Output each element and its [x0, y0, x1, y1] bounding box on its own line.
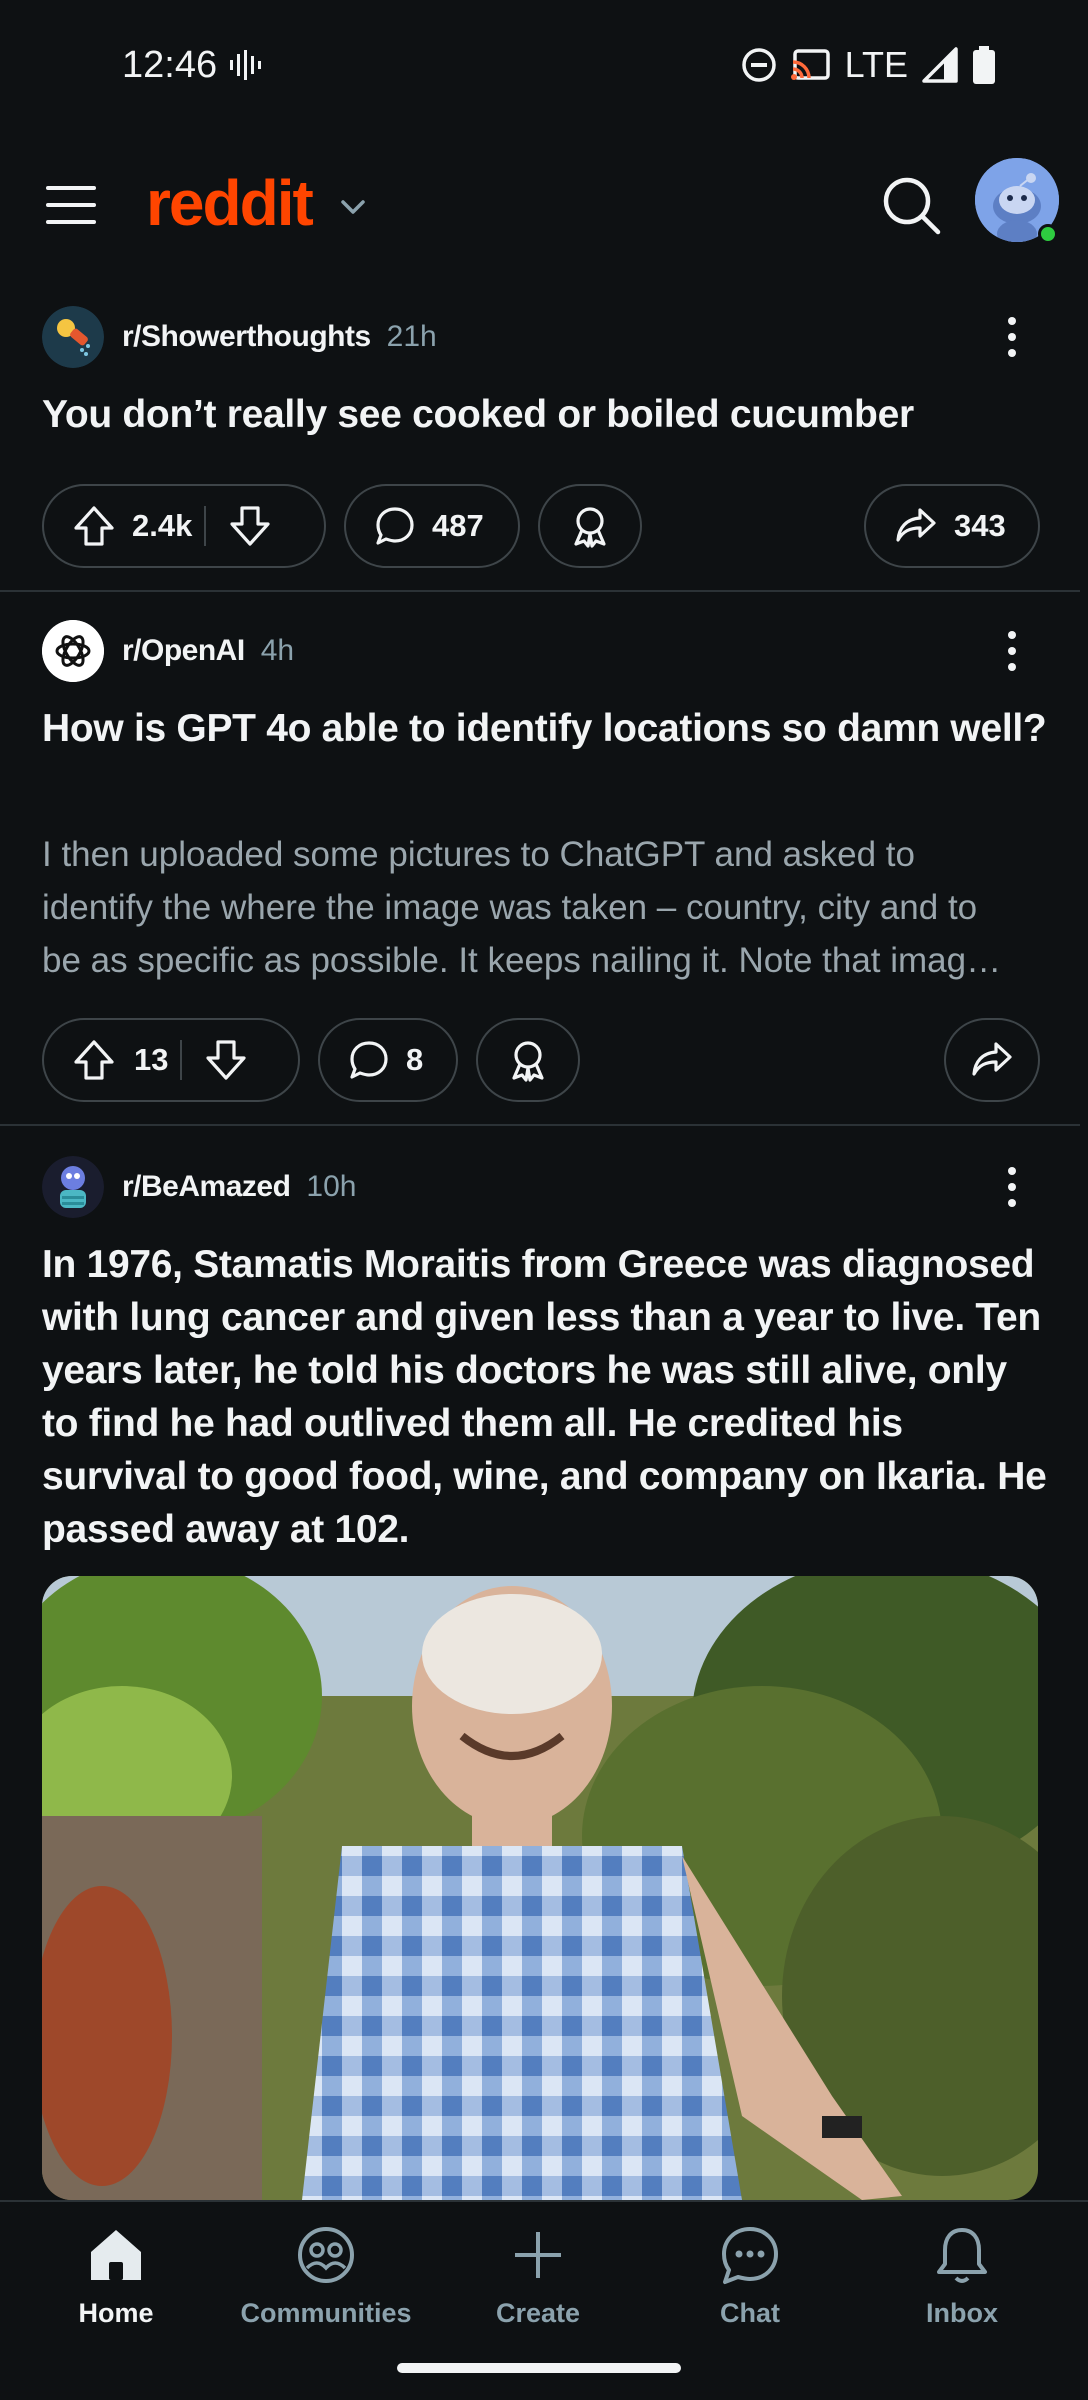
nav-home[interactable]: Home — [26, 2222, 206, 2342]
subreddit-icon[interactable] — [42, 1156, 104, 1218]
photo-elderly-man — [42, 1576, 1038, 2200]
nav-label: Communities — [240, 2298, 412, 2328]
award-button[interactable] — [538, 484, 642, 568]
comment-icon — [350, 1041, 388, 1079]
downvote-icon[interactable] — [228, 504, 272, 548]
post-options-button[interactable] — [992, 620, 1032, 682]
bell-icon — [937, 2228, 987, 2283]
post-meta: r/BeAmazed 10h — [42, 1156, 356, 1218]
post-actions: 2.4k 487 343 — [42, 484, 1046, 568]
audio-wave-icon — [230, 50, 261, 80]
nav-label: Create — [495, 2298, 581, 2328]
post-actions: 13 8 — [42, 1018, 1046, 1102]
post-age: 10h — [306, 1170, 357, 1203]
upvote-count: 2.4k — [132, 508, 193, 543]
communities-icon — [298, 2227, 354, 2283]
subreddit-name[interactable]: r/BeAmazed — [122, 1170, 291, 1204]
status-icons: LTE — [741, 44, 996, 86]
do-not-disturb-icon — [741, 48, 776, 82]
search-icon[interactable] — [880, 174, 942, 236]
nav-create[interactable]: Create — [448, 2222, 628, 2342]
home-gesture-bar[interactable] — [397, 2363, 681, 2373]
post-options-button[interactable] — [992, 1156, 1032, 1218]
app-header: reddit — [0, 150, 1088, 260]
cast-icon — [790, 49, 830, 80]
subreddit-icon[interactable] — [42, 620, 104, 682]
signal-icon — [922, 47, 958, 83]
beamazed-icon — [42, 1156, 104, 1218]
share-button[interactable]: 343 — [864, 484, 1040, 568]
plus-icon — [515, 2232, 561, 2278]
nav-label: Home — [78, 2298, 154, 2328]
post-divider — [0, 590, 1080, 592]
online-status-dot — [1038, 224, 1058, 244]
downvote-icon[interactable] — [204, 1038, 248, 1082]
subreddit-name[interactable]: r/OpenAI — [122, 634, 245, 668]
chat-icon — [722, 2227, 778, 2284]
upvote-count: 13 — [134, 1042, 169, 1077]
share-icon — [972, 1042, 1012, 1076]
status-time: 12:46 — [122, 44, 218, 86]
share-icon — [896, 508, 936, 542]
post-body-preview[interactable]: I then uploaded some pictures to ChatGPT… — [42, 828, 1052, 988]
network-type: LTE — [844, 44, 908, 85]
post-body-line: be as specific as possible. It keeps nai… — [42, 941, 1002, 980]
subreddit-icon[interactable] — [42, 306, 104, 368]
menu-icon[interactable] — [42, 182, 100, 228]
chevron-down-icon[interactable] — [338, 192, 368, 222]
comment-count: 487 — [432, 508, 484, 543]
post-title[interactable]: In 1976, Stamatis Moraitis from Greece w… — [42, 1238, 1052, 1556]
home-icon — [91, 2230, 141, 2280]
post-options-button[interactable] — [992, 306, 1032, 368]
shower-icon — [42, 306, 104, 368]
upvote-icon[interactable] — [72, 504, 116, 548]
award-icon — [574, 507, 606, 548]
share-button[interactable] — [944, 1018, 1040, 1102]
award-button[interactable] — [476, 1018, 580, 1102]
post-divider — [0, 1124, 1080, 1126]
post-meta: r/OpenAI 4h — [42, 620, 294, 682]
award-icon — [512, 1041, 544, 1082]
nav-label: Chat — [720, 2298, 780, 2328]
nav-label: Inbox — [926, 2298, 998, 2328]
vote-divider — [180, 1040, 182, 1080]
comment-icon — [376, 507, 414, 545]
post-title[interactable]: You don’t really see cooked or boiled cu… — [42, 388, 1052, 441]
vote-pill: 13 — [42, 1018, 300, 1102]
battery-icon — [973, 46, 995, 84]
post-image[interactable] — [42, 1576, 1038, 2200]
vote-pill: 2.4k — [42, 484, 326, 568]
post-age: 21h — [386, 320, 437, 353]
post-age: 4h — [260, 634, 295, 667]
post-title[interactable]: How is GPT 4o able to identify locations… — [42, 702, 1052, 755]
subreddit-name[interactable]: r/Showerthoughts — [122, 320, 371, 354]
comment-count: 8 — [406, 1042, 424, 1077]
post-body-line: identify the where the image was taken –… — [42, 888, 978, 927]
status-bar: 12:46 LTE — [0, 0, 1088, 130]
post-meta: r/Showerthoughts 21h — [42, 306, 437, 368]
reddit-logo[interactable]: reddit — [146, 166, 314, 240]
post-body-line: I then uploaded some pictures to ChatGPT… — [42, 835, 915, 874]
nav-inbox[interactable]: Inbox — [872, 2222, 1052, 2342]
openai-icon — [42, 620, 104, 682]
comments-button[interactable]: 487 — [344, 484, 520, 568]
upvote-icon[interactable] — [72, 1038, 116, 1082]
comments-button[interactable]: 8 — [318, 1018, 458, 1102]
nav-communities[interactable]: Communities — [236, 2222, 416, 2342]
share-count: 343 — [954, 508, 1006, 543]
vote-divider — [204, 506, 206, 546]
nav-chat[interactable]: Chat — [660, 2222, 840, 2342]
